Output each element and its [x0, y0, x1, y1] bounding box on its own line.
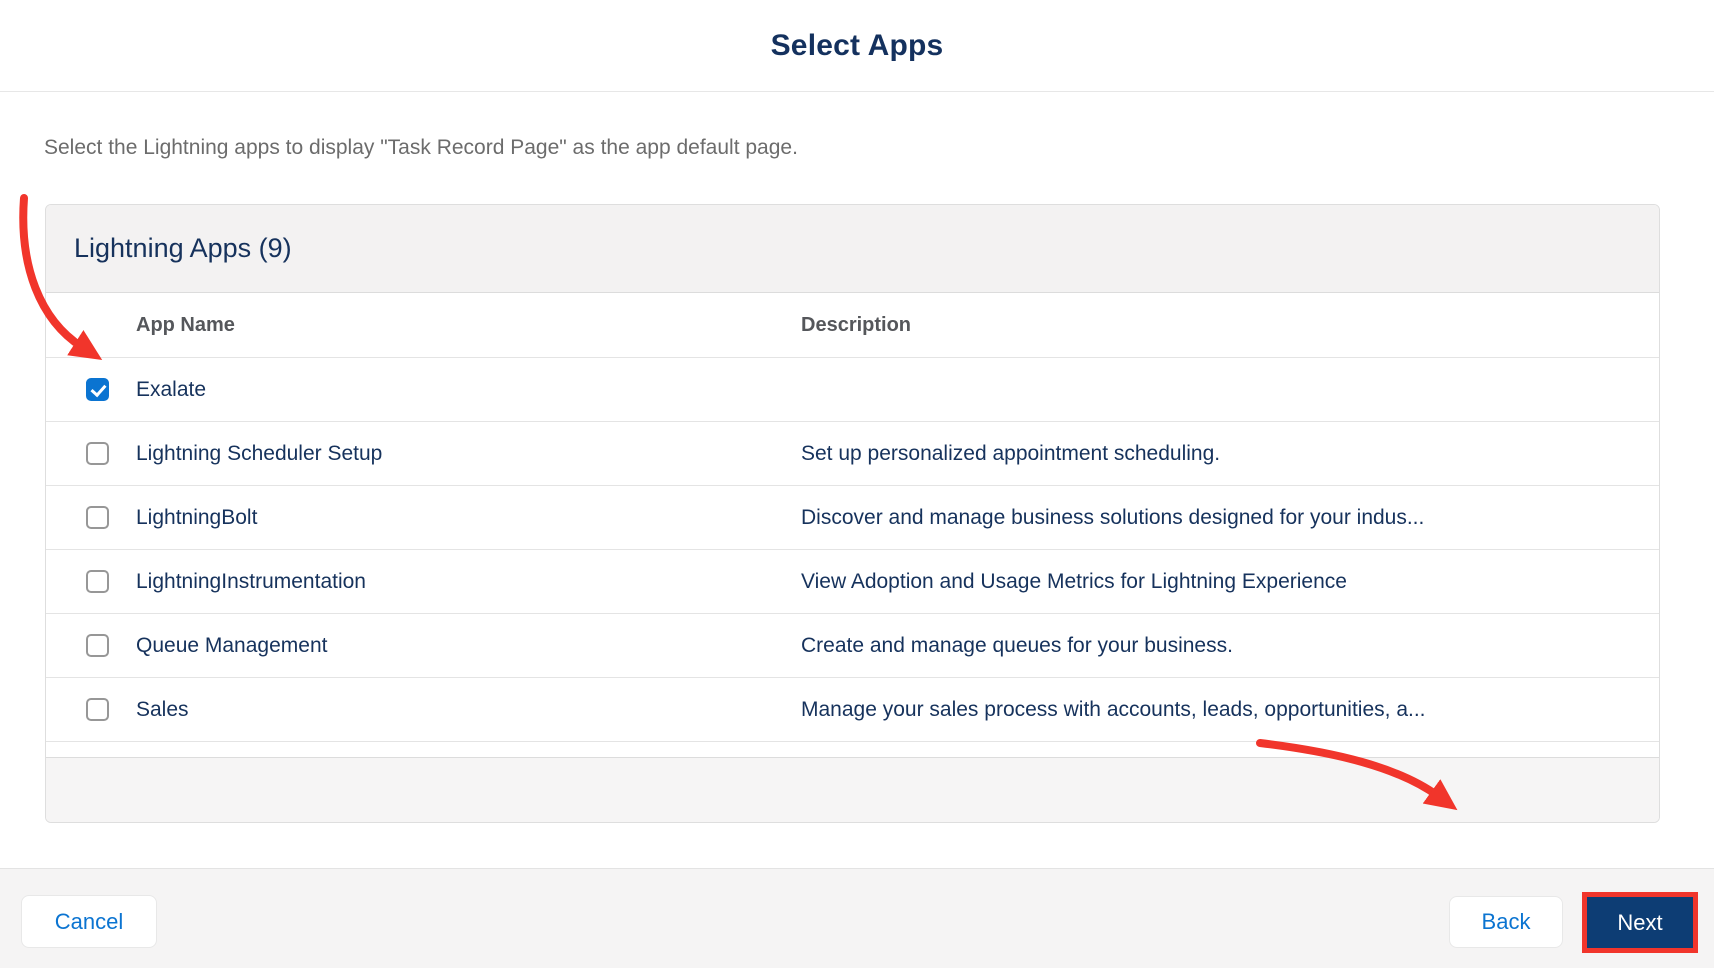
app-name: Queue Management [136, 633, 328, 657]
table-row: Sales Manage your sales process with acc… [46, 677, 1659, 741]
next-button-highlight-box: Next [1582, 892, 1698, 953]
column-header-app-name: App Name [136, 313, 235, 336]
partially-visible-row [46, 741, 1659, 757]
table-row: Exalate [46, 357, 1659, 421]
row-checkbox[interactable] [86, 570, 109, 593]
table-row: Lightning Scheduler Setup Set up persona… [46, 421, 1659, 485]
row-checkbox[interactable] [86, 634, 109, 657]
card-footer [46, 757, 1659, 822]
app-description: Set up personalized appointment scheduli… [801, 441, 1221, 465]
table-row: LightningBolt Discover and manage busine… [46, 485, 1659, 549]
card-header: Lightning Apps (9) [46, 205, 1659, 293]
table-row: Queue Management Create and manage queue… [46, 613, 1659, 677]
row-checkbox[interactable] [86, 506, 109, 529]
app-name: Sales [136, 697, 189, 721]
table-row: LightningInstrumentation View Adoption a… [46, 549, 1659, 613]
app-name: LightningBolt [136, 505, 258, 529]
app-description: View Adoption and Usage Metrics for Ligh… [801, 569, 1347, 593]
app-description: Create and manage queues for your busine… [801, 633, 1233, 657]
action-bar: Cancel Back Next [0, 868, 1714, 968]
page-title: Select Apps [770, 28, 944, 62]
select-apps-dialog: Select Apps Select the Lightning apps to… [0, 0, 1714, 968]
card-title: Lightning Apps (9) [74, 233, 292, 263]
row-checkbox[interactable] [86, 442, 109, 465]
back-button[interactable]: Back [1449, 896, 1563, 948]
instruction-text: Select the Lightning apps to display "Ta… [44, 136, 798, 159]
app-name: Lightning Scheduler Setup [136, 441, 383, 465]
dialog-header: Select Apps [0, 0, 1714, 92]
row-checkbox[interactable] [86, 378, 109, 401]
app-name: LightningInstrumentation [136, 569, 366, 593]
app-name: Exalate [136, 377, 207, 401]
row-checkbox[interactable] [86, 698, 109, 721]
next-button[interactable]: Next [1587, 897, 1693, 948]
column-header-description: Description [801, 313, 912, 336]
app-description: Discover and manage business solutions d… [801, 505, 1425, 529]
app-description: Manage your sales process with accounts,… [801, 697, 1426, 721]
lightning-apps-card: Lightning Apps (9) App Name Description … [45, 204, 1660, 823]
table-header-row: App Name Description [46, 293, 1659, 357]
cancel-button[interactable]: Cancel [21, 895, 157, 948]
